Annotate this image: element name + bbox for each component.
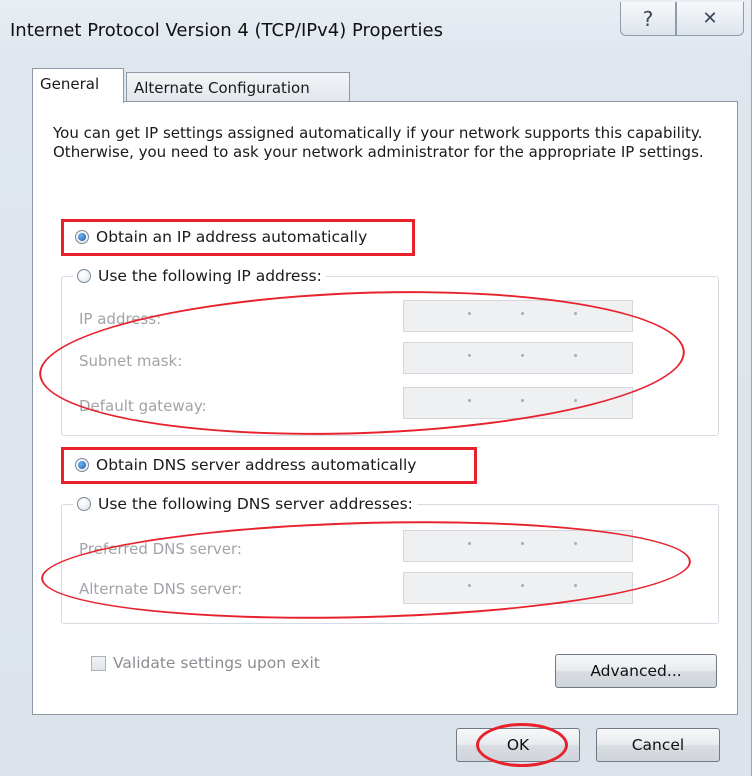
radio-label: Use the following IP address: (98, 267, 322, 285)
radio-button-unselected (77, 269, 91, 283)
annotation-ellipse-ok (476, 723, 568, 767)
tab-alternate-configuration[interactable]: Alternate Configuration (126, 72, 350, 102)
title-bar: Internet Protocol Version 4 (TCP/IPv4) P… (0, 0, 752, 58)
checkbox-label: Validate settings upon exit (113, 654, 320, 672)
close-icon: ✕ (702, 8, 718, 29)
radio-obtain-ip-auto[interactable]: Obtain an IP address automatically (75, 228, 367, 246)
radio-obtain-dns-auto[interactable]: Obtain DNS server address automatically (75, 456, 416, 474)
description-text: You can get IP settings assigned automat… (53, 124, 704, 161)
tcpipv4-properties-dialog: Internet Protocol Version 4 (TCP/IPv4) P… (0, 0, 752, 776)
radio-button-selected (75, 230, 89, 244)
advanced-button[interactable]: Advanced... (555, 654, 717, 688)
radio-use-following-dns[interactable]: Use the following DNS server addresses: (73, 495, 417, 513)
radio-button-unselected (77, 497, 91, 511)
cancel-button[interactable]: Cancel (596, 728, 720, 762)
help-button[interactable]: ? (620, 2, 676, 36)
radio-use-following-ip[interactable]: Use the following IP address: (73, 267, 326, 285)
radio-label: Obtain DNS server address automatically (96, 456, 417, 474)
radio-button-selected (75, 458, 89, 472)
tab-general[interactable]: General (32, 68, 124, 103)
window-title: Internet Protocol Version 4 (TCP/IPv4) P… (10, 20, 443, 41)
checkbox-box (91, 655, 106, 671)
radio-label: Obtain an IP address automatically (96, 228, 368, 246)
radio-label: Use the following DNS server addresses: (98, 495, 413, 513)
general-tab-panel: You can get IP settings assigned automat… (32, 101, 738, 715)
help-icon: ? (642, 6, 654, 31)
validate-settings-checkbox[interactable]: Validate settings upon exit (91, 654, 320, 672)
close-button[interactable]: ✕ (676, 2, 744, 36)
